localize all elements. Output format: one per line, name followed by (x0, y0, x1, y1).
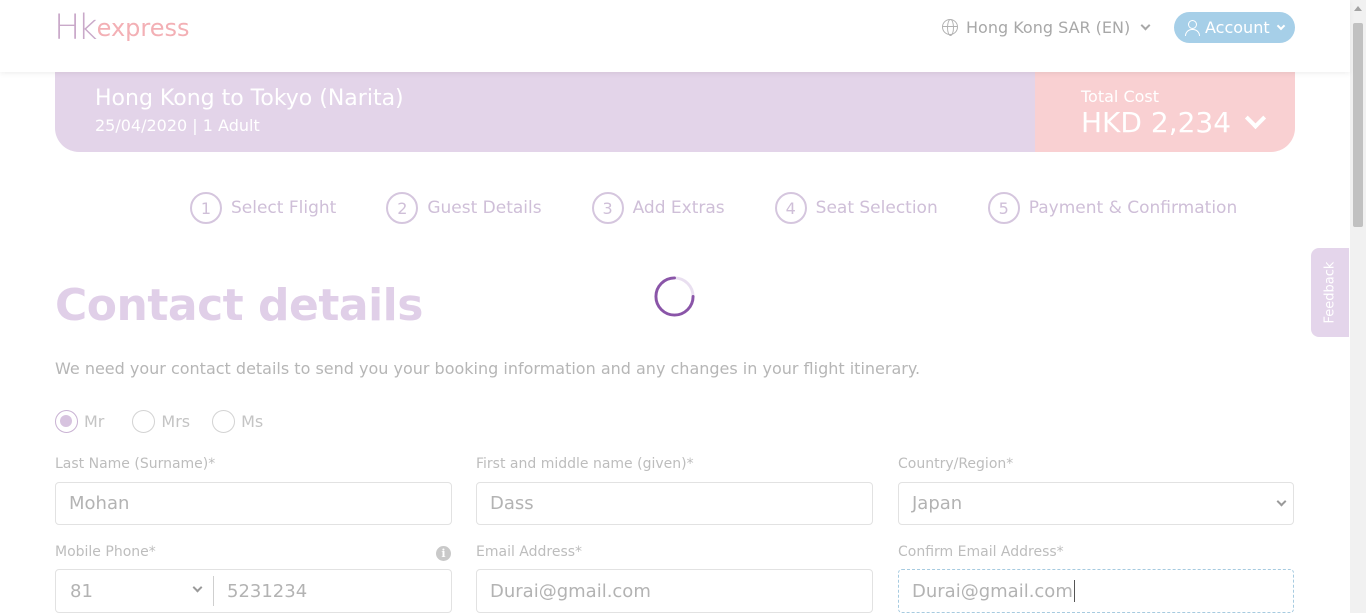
scroll-up-arrow-icon[interactable] (1354, 6, 1362, 11)
radio-label: Mrs (161, 412, 191, 431)
step-seat-selection[interactable]: 4 Seat Selection (774, 192, 938, 224)
step-select-flight[interactable]: 1 Select Flight (190, 192, 336, 224)
country-code-select[interactable]: 81 (56, 576, 214, 606)
phone-number-value: 5231234 (227, 580, 308, 602)
trip-info: Hong Kong to Tokyo (Narita) 25/04/2020 |… (55, 72, 1035, 152)
confirm-email-input[interactable]: Durai@gmail.com (898, 569, 1294, 613)
booking-steps: 1 Select Flight 2 Guest Details 3 Add Ex… (190, 192, 1237, 224)
step-label: Payment & Confirmation (1028, 198, 1238, 218)
region-label: Hong Kong SAR (EN) (966, 17, 1131, 37)
radio-circle[interactable] (212, 410, 236, 433)
hk-express-logo[interactable]: Hk express (54, 9, 190, 47)
first-name-value: Dass (490, 493, 534, 514)
radio-circle[interactable] (132, 410, 156, 433)
trip-summary-banner: Hong Kong to Tokyo (Narita) 25/04/2020 |… (55, 72, 1295, 152)
first-name-input[interactable]: Dass (476, 482, 873, 525)
logo-hk-text: Hk (54, 8, 98, 48)
country-select[interactable]: Japan (898, 482, 1294, 525)
step-payment-confirmation[interactable]: 5 Payment & Confirmation (987, 192, 1238, 224)
total-cost-value: HKD 2,234 (1081, 106, 1232, 139)
total-cost-value-row: HKD 2,234 (1081, 107, 1295, 139)
radio-mr[interactable]: Mr (55, 410, 104, 433)
page-scrollbar[interactable] (1350, 0, 1366, 613)
chevron-down-icon (192, 582, 203, 593)
step-label: Add Extras (632, 198, 725, 218)
step-number: 4 (774, 192, 807, 224)
scrollbar-thumb[interactable] (1353, 23, 1363, 227)
account-button[interactable]: Account (1174, 12, 1295, 43)
chevron-down-icon (1276, 496, 1287, 507)
country-value: Japan (912, 493, 963, 514)
radio-ms[interactable]: Ms (212, 410, 263, 433)
step-guest-details[interactable]: 2 Guest Details (386, 192, 542, 224)
step-label: Seat Selection (815, 198, 938, 218)
phone-number-input[interactable]: 5231234 (214, 581, 307, 602)
region-selector[interactable]: Hong Kong SAR (EN) (942, 15, 1151, 39)
last-name-value: Mohan (69, 493, 130, 514)
confirm-email-label: Confirm Email Address* (898, 544, 1064, 560)
first-name-label: First and middle name (given)* (476, 456, 694, 472)
trip-meta: 25/04/2020 | 1 Adult (95, 116, 260, 135)
country-label: Country/Region* (898, 456, 1014, 472)
trip-route: Hong Kong to Tokyo (Narita) (95, 86, 404, 111)
step-add-extras[interactable]: 3 Add Extras (591, 192, 725, 224)
step-number: 1 (190, 192, 222, 224)
account-label: Account (1205, 18, 1270, 37)
last-name-label: Last Name (Surname)* (55, 456, 216, 472)
step-number: 2 (386, 192, 419, 224)
radio-label: Ms (241, 412, 264, 431)
step-number: 3 (591, 192, 624, 224)
radio-mrs[interactable]: Mrs (132, 410, 190, 433)
step-number: 5 (987, 192, 1020, 224)
loading-spinner-icon (654, 276, 695, 317)
last-name-input[interactable]: Mohan (55, 482, 452, 525)
total-cost-panel[interactable]: Total Cost HKD 2,234 (1035, 72, 1295, 152)
feedback-tab[interactable]: Feedback (1311, 248, 1349, 337)
info-icon[interactable]: i (436, 546, 451, 561)
email-value: Durai@gmail.com (490, 580, 651, 602)
step-label: Guest Details (427, 198, 542, 218)
user-icon (1185, 20, 1200, 36)
radio-circle[interactable] (55, 410, 78, 433)
email-label: Email Address* (476, 544, 583, 560)
radio-label: Mr (84, 412, 105, 431)
salutation-radio-group: Mr Mrs Ms (55, 410, 263, 433)
email-input[interactable]: Durai@gmail.com (476, 569, 873, 613)
mobile-phone-field: 81 5231234 (55, 569, 452, 613)
country-code-value: 81 (70, 580, 93, 602)
logo-express-text: express (96, 14, 190, 42)
contact-intro-text: We need your contact details to send you… (55, 359, 921, 378)
feedback-label: Feedback (1322, 261, 1338, 324)
text-caret (1073, 580, 1075, 602)
page-title: Contact details (55, 280, 423, 331)
confirm-email-value: Durai@gmail.com (912, 580, 1073, 602)
total-cost-label: Total Cost (1081, 87, 1160, 106)
chevron-down-icon[interactable] (1244, 107, 1267, 130)
chevron-down-icon (1276, 21, 1285, 30)
chevron-down-icon (1140, 20, 1151, 30)
step-label: Select Flight (231, 198, 337, 218)
mobile-phone-label: Mobile Phone* (55, 544, 156, 560)
globe-icon (942, 19, 958, 36)
site-header: Hk express Hong Kong SAR (EN) Account (0, 0, 1350, 72)
